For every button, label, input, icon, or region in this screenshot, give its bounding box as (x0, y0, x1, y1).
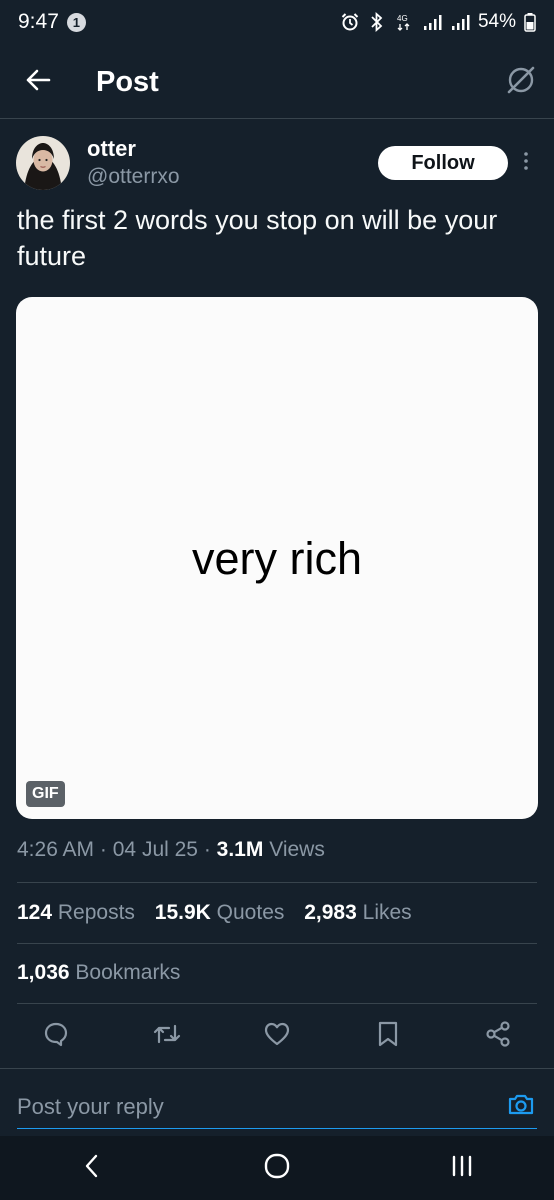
reply-button[interactable] (40, 1020, 72, 1052)
author-names: otter @otterrxo (87, 135, 180, 191)
arrow-left-icon (25, 67, 51, 98)
more-options-button[interactable] (514, 146, 538, 180)
page-title: Post (96, 65, 159, 98)
recents-icon (449, 1153, 475, 1184)
post-media-gif[interactable]: very rich GIF (16, 297, 538, 819)
grok-icon (506, 65, 536, 100)
stats-divider (17, 943, 537, 944)
quotes-label[interactable]: Quotes (217, 901, 285, 924)
author-handle[interactable]: @otterrxo (87, 163, 180, 191)
status-bar: 9:47 1 4G 54% (0, 0, 554, 44)
avatar[interactable] (16, 136, 70, 190)
nav-home-button[interactable] (247, 1138, 307, 1198)
camera-icon (507, 1091, 535, 1122)
signal-icon-1 (422, 12, 442, 32)
notification-count-badge: 1 (66, 12, 86, 32)
camera-button[interactable] (505, 1091, 537, 1123)
post-stats: 124 Reposts 15.9K Quotes 2,983 Likes (17, 901, 412, 925)
meta-divider (17, 882, 537, 883)
author-name[interactable]: otter (87, 135, 180, 163)
grok-button[interactable] (506, 65, 536, 100)
nav-back-button[interactable] (62, 1138, 122, 1198)
media-text: very rich (191, 533, 363, 584)
signal-icon-2 (450, 12, 470, 32)
svg-text:4G: 4G (397, 14, 408, 23)
post-date: 04 Jul 25 (112, 838, 198, 861)
header: Post (0, 44, 554, 120)
home-circle-icon (263, 1152, 291, 1185)
reposts-label[interactable]: Reposts (58, 901, 135, 924)
bookmarks-count[interactable]: 1,036 (17, 961, 70, 984)
likes-count[interactable]: 2,983 (304, 901, 357, 924)
meta-separator: · (203, 838, 211, 861)
chevron-left-icon (82, 1153, 102, 1184)
battery-icon (524, 12, 536, 32)
views-label: Views (269, 838, 325, 861)
bookmarks-label[interactable]: Bookmarks (75, 961, 180, 984)
actions-divider (0, 1068, 554, 1069)
bookmark-button[interactable] (372, 1020, 404, 1052)
more-vertical-icon (523, 151, 529, 176)
nav-recents-button[interactable] (432, 1138, 492, 1198)
follow-button[interactable]: Follow (378, 146, 508, 180)
views-count: 3.1M (216, 838, 264, 861)
post-text: the first 2 words you stop on will be yo… (17, 205, 498, 271)
post-meta: 4:26 AM · 04 Jul 25 · 3.1M Views (17, 838, 325, 862)
post-bookmarks-stats: 1,036 Bookmarks (17, 961, 180, 985)
reposts-count[interactable]: 124 (17, 901, 52, 924)
meta-separator: · (99, 838, 107, 861)
post-time: 4:26 AM (17, 838, 95, 861)
share-button[interactable] (482, 1020, 514, 1052)
back-button[interactable] (18, 62, 58, 102)
system-navigation-bar (0, 1136, 554, 1200)
likes-label[interactable]: Likes (363, 901, 412, 924)
post-actions (0, 1004, 554, 1068)
header-divider (0, 118, 554, 119)
reply-input[interactable] (17, 1093, 487, 1120)
comment-icon (42, 1020, 70, 1053)
like-button[interactable] (261, 1020, 293, 1052)
status-time: 9:47 (18, 10, 59, 33)
status-icons: 4G 54% (340, 11, 536, 33)
post-author: otter @otterrxo Follow (16, 128, 538, 198)
bluetooth-icon (368, 12, 386, 32)
heart-icon (263, 1020, 291, 1053)
reply-composer (17, 1085, 537, 1129)
gif-badge: GIF (26, 781, 65, 807)
network-4g-icon: 4G (394, 12, 414, 32)
repost-button[interactable] (151, 1020, 183, 1052)
quotes-count[interactable]: 15.9K (155, 901, 211, 924)
share-icon (484, 1020, 512, 1053)
battery-level: 54% (477, 11, 516, 32)
alarm-icon (340, 12, 360, 32)
repost-icon (152, 1020, 182, 1053)
bookmark-icon (376, 1020, 400, 1053)
